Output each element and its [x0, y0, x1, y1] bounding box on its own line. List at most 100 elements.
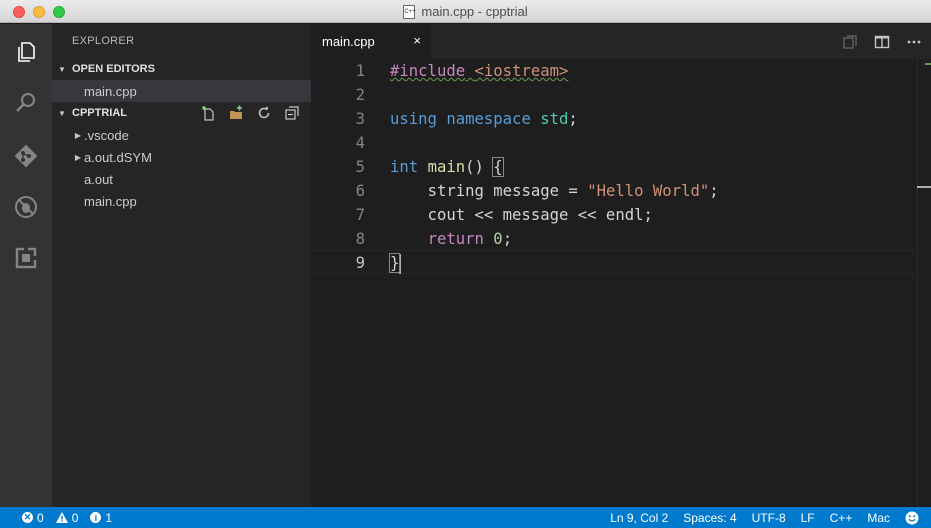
extensions-activity-button[interactable] [0, 233, 52, 283]
open-editor-item-label: main.cpp [84, 83, 137, 99]
indentation[interactable]: Spaces: 4 [683, 511, 736, 525]
code-text: #include <iostream> [390, 59, 568, 83]
project-section-header[interactable]: ▼ CPPTRIAL [52, 102, 311, 124]
refresh-button[interactable] [253, 103, 275, 123]
project-actions [197, 102, 303, 124]
code-line: 1 #include <iostream> [311, 59, 915, 83]
token: string [427, 182, 484, 200]
status-right: Ln 9, Col 2 Spaces: 4 UTF-8 LF C++ Mac [610, 507, 919, 528]
token: ; [709, 182, 719, 200]
code-line: 8 return 0; [311, 227, 915, 251]
new-file-icon [202, 106, 214, 121]
chevron-down-icon: ▼ [58, 64, 66, 74]
code-line: 5 int main() { [311, 155, 915, 179]
tree-file-aout[interactable]: a.out [52, 168, 311, 190]
line-number: 7 [355, 206, 365, 224]
language-mode[interactable]: C++ [830, 511, 853, 525]
debug-activity-button[interactable] [0, 182, 52, 232]
line-number: 5 [355, 158, 365, 176]
open-changes-button[interactable] [839, 31, 861, 53]
new-folder-button[interactable] [225, 103, 247, 123]
code-text: using namespace std; [390, 107, 578, 131]
info-count: 1 [105, 510, 113, 525]
refresh-icon [258, 106, 270, 119]
explorer-activity-button[interactable] [0, 27, 52, 77]
tree-item-label: a.out.dSYM [84, 149, 152, 165]
close-icon[interactable]: × [413, 33, 421, 48]
line-number: 9 [355, 254, 365, 272]
editor-scrollbar[interactable] [917, 59, 931, 507]
source-control-icon [14, 144, 38, 168]
sidebar-title: EXPLORER [72, 35, 135, 47]
text-cursor [399, 253, 402, 274]
cpp-file-icon: C++ [403, 4, 416, 19]
ellipsis-icon [907, 40, 921, 43]
problems-indicator[interactable]: ✕ 0 0 i 1 [22, 507, 112, 528]
explorer-sidebar: EXPLORER ▼ OPEN EDITORS main.cpp ▼ CPPTR… [52, 24, 311, 507]
new-folder-icon [230, 105, 242, 119]
line-number: 2 [355, 86, 365, 104]
editor-tabs-bar: main.cpp × [311, 24, 931, 59]
cursor-position[interactable]: Ln 9, Col 2 [610, 511, 668, 525]
end-of-line[interactable]: LF [801, 511, 815, 525]
activity-bar [0, 24, 52, 507]
code-line: 7 cout << message << endl; [311, 203, 915, 227]
open-editors-label: OPEN EDITORS [72, 63, 155, 75]
tree-item-label: a.out [84, 171, 113, 187]
chevron-right-icon: ▶ [74, 130, 82, 140]
token: () [465, 158, 494, 176]
error-icon: ✕ [22, 512, 33, 523]
encoding[interactable]: UTF-8 [752, 511, 786, 525]
tree-item-label: main.cpp [84, 193, 137, 209]
search-activity-button[interactable] [0, 78, 52, 128]
source-control-activity-button[interactable] [0, 131, 52, 181]
tree-file-main[interactable]: main.cpp [52, 190, 311, 212]
code-text: int main() { [390, 155, 504, 179]
token: 0 [493, 230, 503, 248]
open-editors-section-header[interactable]: ▼ OPEN EDITORS [52, 58, 311, 80]
token: <iostream> [474, 62, 569, 80]
token: using [390, 110, 437, 128]
explorer-icon [18, 42, 35, 62]
open-changes-icon [843, 34, 857, 49]
error-count: 0 [37, 510, 44, 525]
open-editor-item[interactable]: main.cpp [52, 80, 311, 102]
code-editor[interactable]: 1 #include <iostream> 2 3 using namespac… [311, 59, 931, 507]
token: ; [502, 230, 513, 248]
tab-main-cpp[interactable]: main.cpp × [311, 24, 431, 59]
platform[interactable]: Mac [867, 511, 890, 525]
code-line: 3 using namespace std; [311, 107, 915, 131]
token: ; [568, 110, 578, 128]
editor-actions [839, 24, 925, 59]
code-text: string message = "Hello World"; [390, 179, 719, 203]
more-actions-button[interactable] [903, 31, 925, 53]
token: namespace [446, 110, 531, 128]
tree-item-label: .vscode [84, 127, 129, 143]
code-line: 2 [311, 83, 915, 107]
code-line-current: 9 } [311, 250, 915, 274]
token: return [427, 230, 484, 248]
token: "Hello World" [587, 182, 710, 200]
token: main [427, 158, 466, 176]
line-number: 1 [355, 62, 365, 80]
warning-icon [55, 512, 68, 523]
collapse-all-button[interactable] [281, 103, 303, 123]
tab-label: main.cpp [322, 34, 375, 49]
token: #include [390, 62, 466, 80]
status-bar: ✕ 0 0 i 1 Ln 9, Col 2 Spaces: 4 UTF-8 LF… [0, 507, 931, 528]
new-file-button[interactable] [197, 103, 219, 123]
search-icon [16, 93, 35, 112]
feedback-smiley-icon[interactable] [905, 511, 919, 525]
split-editor-button[interactable] [871, 31, 893, 53]
token: message = [483, 182, 588, 200]
window-title: main.cpp - cpptrial [421, 4, 528, 19]
tree-folder-vscode[interactable]: ▶ .vscode [52, 124, 311, 146]
code-text: cout << message << endl; [390, 206, 653, 224]
token: int [390, 158, 419, 176]
code-text: return 0; [390, 227, 513, 251]
line-number: 3 [355, 110, 365, 128]
tree-folder-dsym[interactable]: ▶ a.out.dSYM [52, 146, 311, 168]
warning-count: 0 [71, 510, 79, 525]
